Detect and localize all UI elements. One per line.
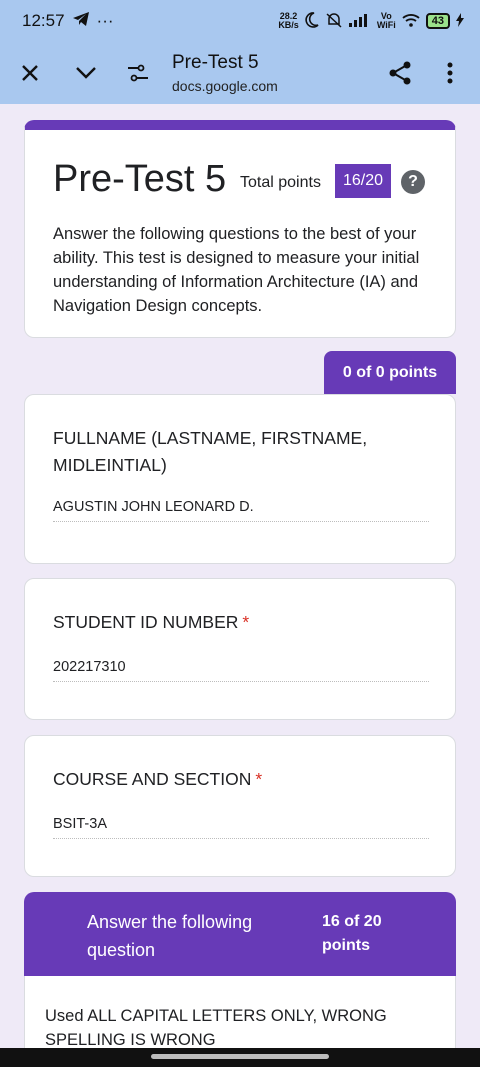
help-icon[interactable]: ? (401, 170, 425, 194)
question-label: FULLNAME (LASTNAME, FIRSTNAME, MIDLEINTI… (53, 425, 433, 479)
answer-field: BSIT-3A (53, 816, 429, 839)
question-text: FULLNAME (LASTNAME, FIRSTNAME, MIDLEINTI… (53, 428, 368, 475)
battery-icon: 43 (425, 13, 450, 29)
question-label: COURSE AND SECTION * (53, 766, 433, 793)
vo-wifi-line2: WiFi (376, 20, 396, 30)
net-speed: 28.2 KB/s (278, 12, 299, 30)
wifi-icon (402, 13, 420, 30)
section-points-tab: 0 of 0 points (324, 351, 456, 394)
net-speed-unit: KB/s (278, 20, 299, 30)
section-points: 16 of 20 points (322, 913, 382, 954)
moon-icon (305, 11, 319, 31)
section-description: Used ALL CAPITAL LETTERS ONLY, WRONG SPE… (45, 1007, 387, 1048)
tune-icon[interactable] (122, 57, 154, 89)
system-nav-bar (0, 1048, 480, 1067)
close-icon[interactable] (14, 57, 46, 89)
browser-toolbar: Pre-Test 5 docs.google.com (0, 42, 480, 104)
section-title: Answer the following question (87, 912, 253, 960)
status-bar: 12:57 ··· 28.2 KB/s Vo WiFi 43 (0, 0, 480, 42)
signal-icon (348, 13, 371, 30)
form-description: Answer the following questions to the be… (53, 225, 420, 315)
telegram-icon (72, 11, 89, 31)
question-card: FULLNAME (LASTNAME, FIRSTNAME, MIDLEINTI… (24, 394, 456, 564)
chevron-down-icon[interactable] (70, 57, 102, 89)
mute-icon (325, 12, 343, 31)
more-notifications-icon: ··· (96, 11, 114, 30)
more-vert-icon[interactable] (434, 57, 466, 89)
charging-icon (456, 12, 464, 30)
section-body: Used ALL CAPITAL LETTERS ONLY, WRONG SPE… (24, 976, 456, 1048)
question-card: STUDENT ID NUMBER * 202217310 (24, 578, 456, 720)
form-header-card: Pre-Test 5 Total points 16/20 ? Answer t… (24, 120, 456, 338)
required-asterisk: * (255, 769, 263, 789)
answer-field: AGUSTIN JOHN LEONARD D. (53, 499, 429, 522)
browser-page-title: Pre-Test 5 (172, 52, 259, 73)
question-text: STUDENT ID NUMBER (53, 612, 239, 632)
score-badge: 16/20 (335, 164, 391, 198)
home-gesture-pill[interactable] (151, 1054, 329, 1059)
question-card: COURSE AND SECTION * BSIT-3A (24, 735, 456, 877)
page-info[interactable]: Pre-Test 5 docs.google.com (172, 52, 278, 94)
question-label: STUDENT ID NUMBER * (53, 609, 433, 636)
browser-url: docs.google.com (172, 78, 278, 94)
answer-field: 202217310 (53, 659, 429, 682)
status-time: 12:57 (22, 11, 65, 30)
form-content[interactable]: Pre-Test 5 Total points 16/20 ? Answer t… (0, 104, 480, 1048)
share-icon[interactable] (384, 57, 416, 89)
vo-wifi-label: Vo WiFi (377, 12, 396, 30)
required-asterisk: * (242, 612, 250, 632)
question-text: COURSE AND SECTION (53, 769, 252, 789)
section-header: Answer the following question 16 of 20 p… (24, 892, 456, 976)
form-title: Pre-Test 5 (53, 158, 227, 200)
total-points-label: Total points (240, 174, 321, 191)
